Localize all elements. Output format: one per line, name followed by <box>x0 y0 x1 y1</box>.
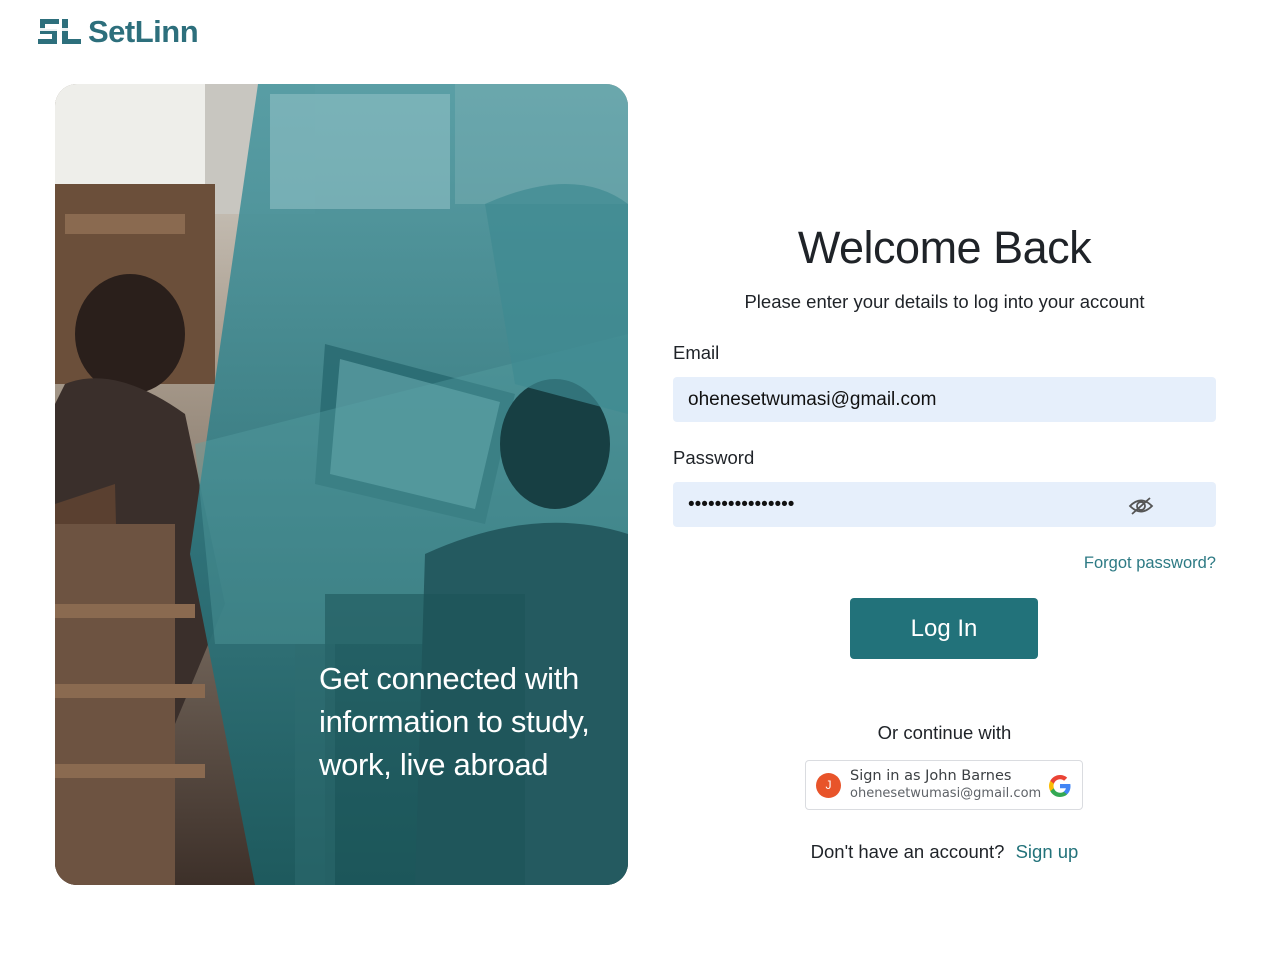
hero-caption: Get connected with information to study,… <box>319 661 590 782</box>
google-account-avatar: J <box>816 772 841 798</box>
setlinn-logo-icon <box>38 19 81 44</box>
brand-name: SetLinn <box>88 14 199 49</box>
sign-up-link[interactable]: Sign up <box>1016 841 1079 862</box>
hero-panel: Get connected with information to study,… <box>55 84 628 885</box>
login-button[interactable]: Log In <box>850 598 1038 659</box>
google-account-name: Sign in as John Barnes <box>850 768 1012 784</box>
email-label: Email <box>673 342 720 363</box>
or-continue-with-label: Or continue with <box>877 722 1012 743</box>
login-form: Welcome Back Please enter your details t… <box>673 220 1216 862</box>
page-title: Welcome Back <box>797 222 1092 273</box>
email-input[interactable] <box>673 377 1216 422</box>
no-account-text: Don't have an account? <box>810 841 1005 862</box>
google-account-info: Sign in as John Barnes ohenesetwumasi@gm… <box>850 768 1041 802</box>
google-account-email: ohenesetwumasi@gmail.com <box>850 786 1042 801</box>
forgot-password-link[interactable]: Forgot password? <box>1084 554 1216 573</box>
toggle-password-visibility-icon[interactable] <box>1128 496 1154 516</box>
google-sign-in-button[interactable]: J Sign in as John Barnes ohenesetwumasi@… <box>805 760 1083 810</box>
login-page: SetLinn Get connected with information t… <box>0 0 1285 969</box>
page-subtitle: Please enter your details to log into yo… <box>744 291 1145 312</box>
google-logo-icon <box>1049 775 1071 797</box>
brand-logo[interactable]: SetLinn <box>37 14 199 50</box>
password-label: Password <box>673 447 755 468</box>
signup-prompt: Don't have an account? Sign up <box>673 841 1216 863</box>
